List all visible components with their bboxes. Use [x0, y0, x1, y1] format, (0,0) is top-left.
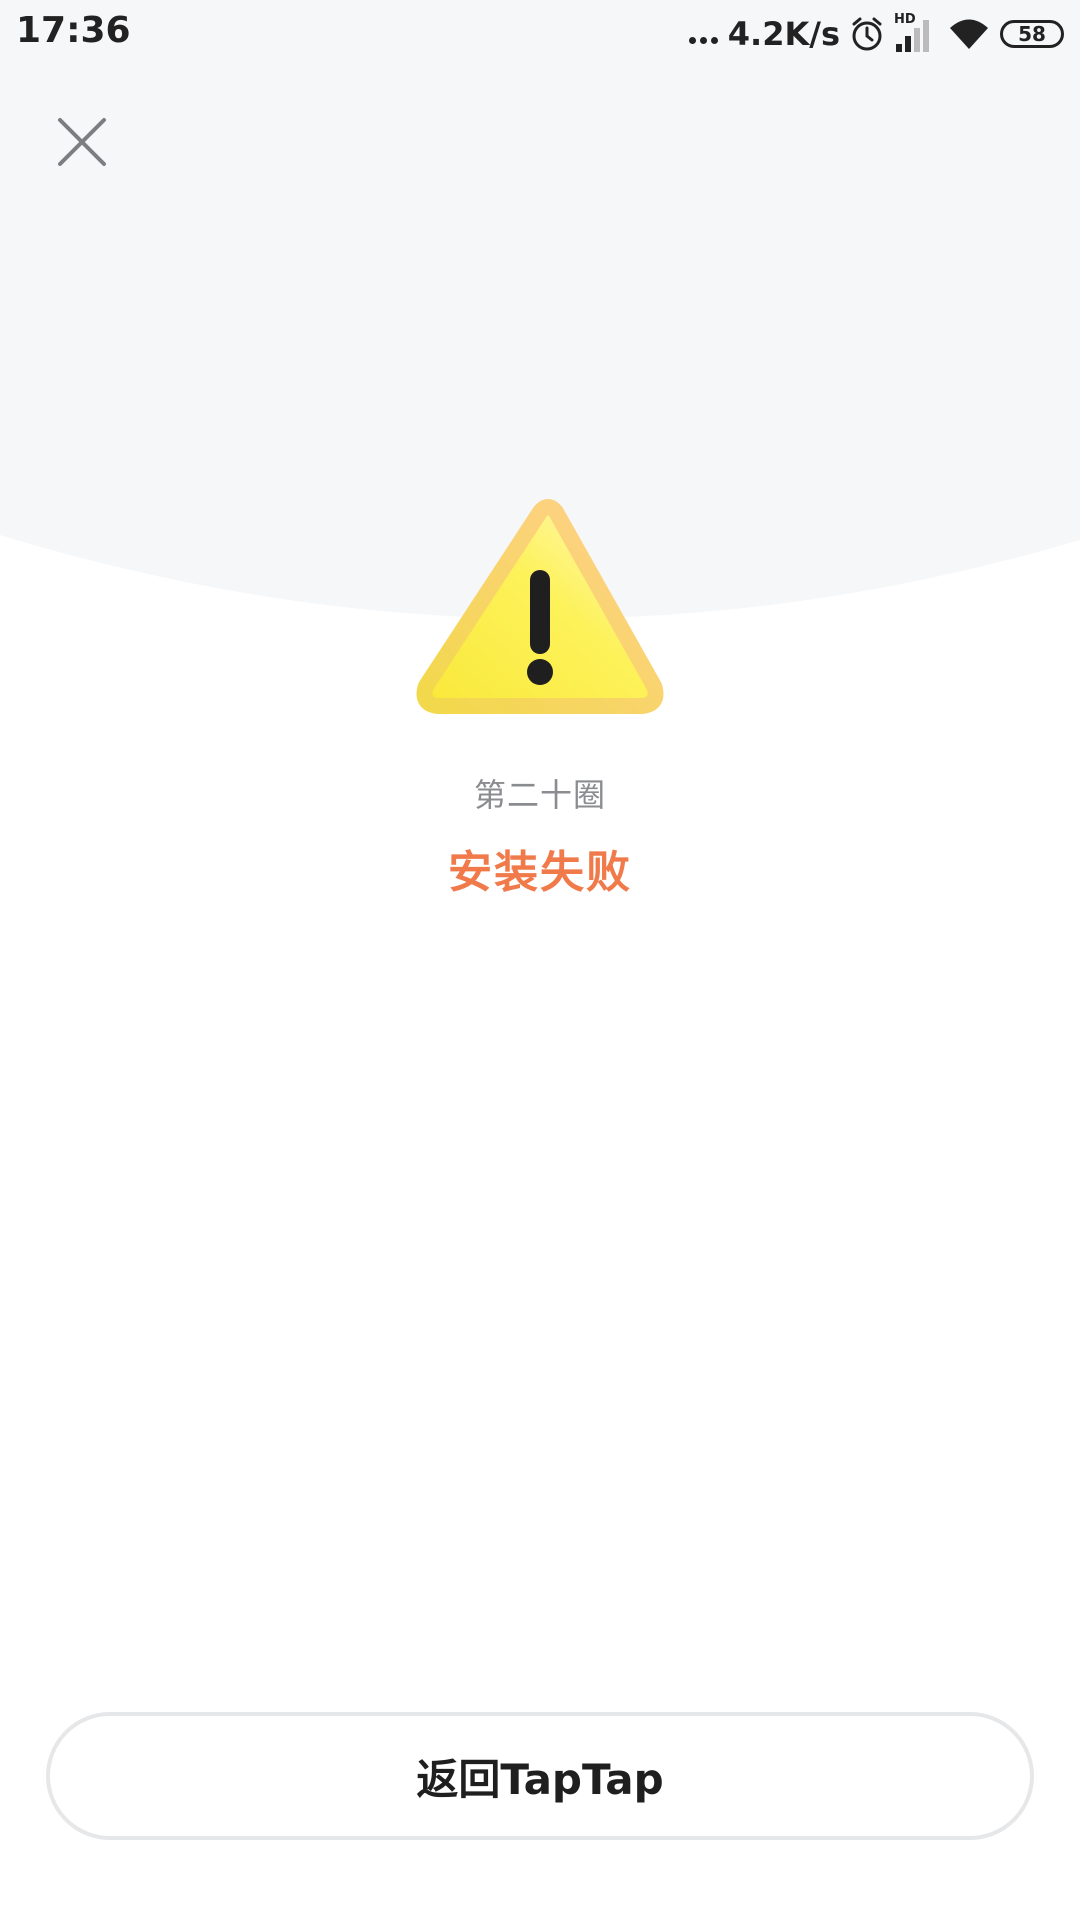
cellular-signal-icon: HD [894, 12, 938, 54]
status-time: 17:36 [16, 10, 131, 51]
return-taptap-button[interactable]: 返回TapTap [46, 1712, 1034, 1840]
return-taptap-label: 返回TapTap [416, 1754, 664, 1804]
close-icon [58, 118, 106, 166]
install-result-screen: 17:36 4.2K/s HD 58 第二十圈 安装失败 返回TapTap [0, 0, 1080, 1920]
game-name: 第二十圈 [473, 776, 606, 814]
battery-icon: 58 [1000, 20, 1064, 48]
network-speed: 4.2K/s [727, 15, 840, 53]
status-bar: 17:36 4.2K/s HD 58 [0, 0, 1080, 66]
more-dots-icon [688, 25, 718, 44]
close-button[interactable] [52, 112, 112, 172]
install-status-text: 安装失败 [448, 847, 632, 898]
wifi-icon [950, 19, 988, 49]
status-icons: 4.2K/s HD 58 [688, 12, 1064, 56]
alarm-icon [852, 17, 882, 51]
warning-icon [416, 499, 664, 714]
battery-level: 58 [1018, 22, 1046, 46]
